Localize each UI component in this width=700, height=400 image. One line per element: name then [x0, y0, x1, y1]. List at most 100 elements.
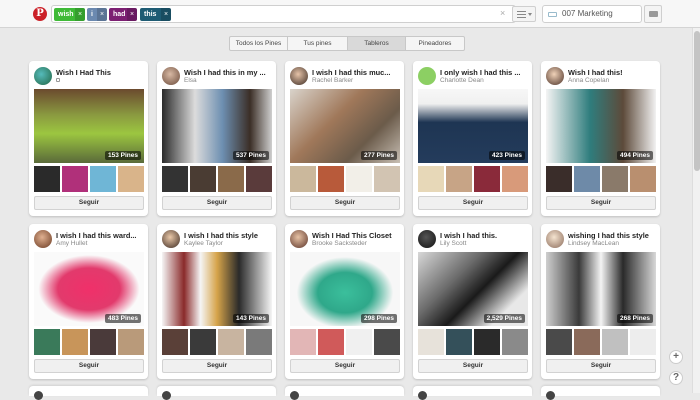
- board-card[interactable]: Wish I Had This 153 Pines Seguir: [29, 61, 148, 216]
- pin-thumbnail[interactable]: [474, 329, 500, 355]
- board-owner[interactable]: Rachel Barker: [312, 77, 400, 84]
- board-owner[interactable]: Amy Hullet: [56, 240, 144, 247]
- board-cover-image[interactable]: 423 Pines: [418, 89, 528, 163]
- follow-button[interactable]: Seguir: [546, 359, 656, 373]
- pin-thumbnail[interactable]: [90, 166, 116, 192]
- pin-thumbnail[interactable]: [474, 166, 500, 192]
- board-title[interactable]: Wish I had this!: [568, 68, 656, 77]
- pin-thumbnail[interactable]: [602, 329, 628, 355]
- pin-thumbnail[interactable]: [162, 166, 188, 192]
- board-card[interactable]: wishing I had this style Lindsey MacLean…: [541, 224, 660, 379]
- pin-thumbnail[interactable]: [246, 329, 272, 355]
- board-cover-image[interactable]: 277 Pines: [290, 89, 400, 163]
- search-menu-button[interactable]: [512, 6, 536, 22]
- board-card[interactable]: [413, 386, 532, 400]
- pin-thumbnail[interactable]: [374, 329, 400, 355]
- tag-remove-icon[interactable]: ×: [127, 8, 137, 21]
- pin-thumbnail[interactable]: [118, 166, 144, 192]
- pin-thumbnail[interactable]: [502, 329, 528, 355]
- board-title[interactable]: I wish I had this.: [440, 231, 528, 240]
- pin-thumbnail[interactable]: [374, 166, 400, 192]
- board-card[interactable]: I wish I had this muc... Rachel Barker 2…: [285, 61, 404, 216]
- scrollbar[interactable]: [692, 28, 700, 393]
- avatar[interactable]: [290, 67, 308, 85]
- board-cover-image[interactable]: 2,529 Pines: [418, 252, 528, 326]
- avatar[interactable]: [418, 67, 436, 85]
- pin-thumbnail[interactable]: [602, 166, 628, 192]
- pin-thumbnail[interactable]: [418, 329, 444, 355]
- board-owner[interactable]: Brooke Sacksteder: [312, 240, 400, 247]
- add-pin-button[interactable]: +: [669, 350, 683, 364]
- avatar[interactable]: [290, 391, 299, 400]
- pin-thumbnail[interactable]: [190, 166, 216, 192]
- pin-thumbnail[interactable]: [218, 329, 244, 355]
- pin-thumbnail[interactable]: [418, 166, 444, 192]
- pin-thumbnail[interactable]: [246, 166, 272, 192]
- pin-thumbnail[interactable]: [62, 329, 88, 355]
- pin-thumbnail[interactable]: [346, 166, 372, 192]
- board-title[interactable]: wishing I had this style: [568, 231, 656, 240]
- follow-button[interactable]: Seguir: [290, 359, 400, 373]
- board-cover-image[interactable]: 298 Pines: [290, 252, 400, 326]
- avatar[interactable]: [162, 230, 180, 248]
- avatar[interactable]: [290, 230, 308, 248]
- board-cover-image[interactable]: 153 Pines: [34, 89, 144, 163]
- follow-button[interactable]: Seguir: [34, 359, 144, 373]
- pin-thumbnail[interactable]: [318, 329, 344, 355]
- board-card[interactable]: [285, 386, 404, 400]
- board-cover-image[interactable]: 483 Pines: [34, 252, 144, 326]
- follow-button[interactable]: Seguir: [162, 359, 272, 373]
- pin-thumbnail[interactable]: [218, 166, 244, 192]
- scrollbar-thumb[interactable]: [694, 31, 700, 171]
- tag-remove-icon[interactable]: ×: [75, 8, 85, 21]
- board-cover-image[interactable]: 494 Pines: [546, 89, 656, 163]
- avatar[interactable]: [162, 391, 171, 400]
- board-title[interactable]: I wish I had this ward...: [56, 231, 144, 240]
- pin-thumbnail[interactable]: [62, 166, 88, 192]
- pin-thumbnail[interactable]: [574, 329, 600, 355]
- pin-thumbnail[interactable]: [346, 329, 372, 355]
- board-card[interactable]: Wish I had this in my ... Elsa 537 Pines…: [157, 61, 276, 216]
- board-title[interactable]: I only wish I had this ...: [440, 68, 528, 77]
- tab-all-pins[interactable]: Todos los Pines: [230, 37, 288, 50]
- follow-button[interactable]: Seguir: [290, 196, 400, 210]
- pin-thumbnail[interactable]: [34, 166, 60, 192]
- pinterest-logo-icon[interactable]: P: [33, 7, 47, 21]
- pin-thumbnail[interactable]: [118, 329, 144, 355]
- pin-thumbnail[interactable]: [290, 329, 316, 355]
- tab-pinners[interactable]: Pineadores: [406, 37, 464, 50]
- board-owner[interactable]: Kaylee Taylor: [184, 240, 272, 247]
- avatar[interactable]: [34, 391, 43, 400]
- pin-thumbnail[interactable]: [446, 329, 472, 355]
- follow-button[interactable]: Seguir: [34, 196, 144, 210]
- avatar[interactable]: [546, 391, 555, 400]
- board-owner[interactable]: Lindsey MacLean: [568, 240, 656, 247]
- board-title[interactable]: I wish I had this style: [184, 231, 272, 240]
- clear-search-icon[interactable]: ×: [500, 8, 508, 18]
- pin-thumbnail[interactable]: [630, 166, 656, 192]
- messages-button[interactable]: [644, 5, 662, 23]
- tag-remove-icon[interactable]: ×: [97, 8, 107, 21]
- avatar[interactable]: [162, 67, 180, 85]
- board-title[interactable]: Wish I Had This: [56, 68, 144, 77]
- avatar[interactable]: [546, 67, 564, 85]
- board-card[interactable]: I only wish I had this ... Charlotte Dea…: [413, 61, 532, 216]
- avatar[interactable]: [34, 67, 52, 85]
- follow-button[interactable]: Seguir: [418, 196, 528, 210]
- pin-thumbnail[interactable]: [574, 166, 600, 192]
- pin-thumbnail[interactable]: [318, 166, 344, 192]
- pin-thumbnail[interactable]: [446, 166, 472, 192]
- board-owner[interactable]: Anna Copelan: [568, 77, 656, 84]
- follow-button[interactable]: Seguir: [162, 196, 272, 210]
- follow-button[interactable]: Seguir: [418, 359, 528, 373]
- board-title[interactable]: Wish I Had This Closet: [312, 231, 400, 240]
- tab-boards[interactable]: Tableros: [348, 37, 406, 50]
- help-button[interactable]: ?: [669, 371, 683, 385]
- pin-thumbnail[interactable]: [546, 329, 572, 355]
- board-card[interactable]: [157, 386, 276, 400]
- board-card[interactable]: I wish I had this ward... Amy Hullet 483…: [29, 224, 148, 379]
- follow-button[interactable]: Seguir: [546, 196, 656, 210]
- pin-thumbnail[interactable]: [290, 166, 316, 192]
- avatar[interactable]: [418, 230, 436, 248]
- board-owner[interactable]: Elsa: [184, 77, 272, 84]
